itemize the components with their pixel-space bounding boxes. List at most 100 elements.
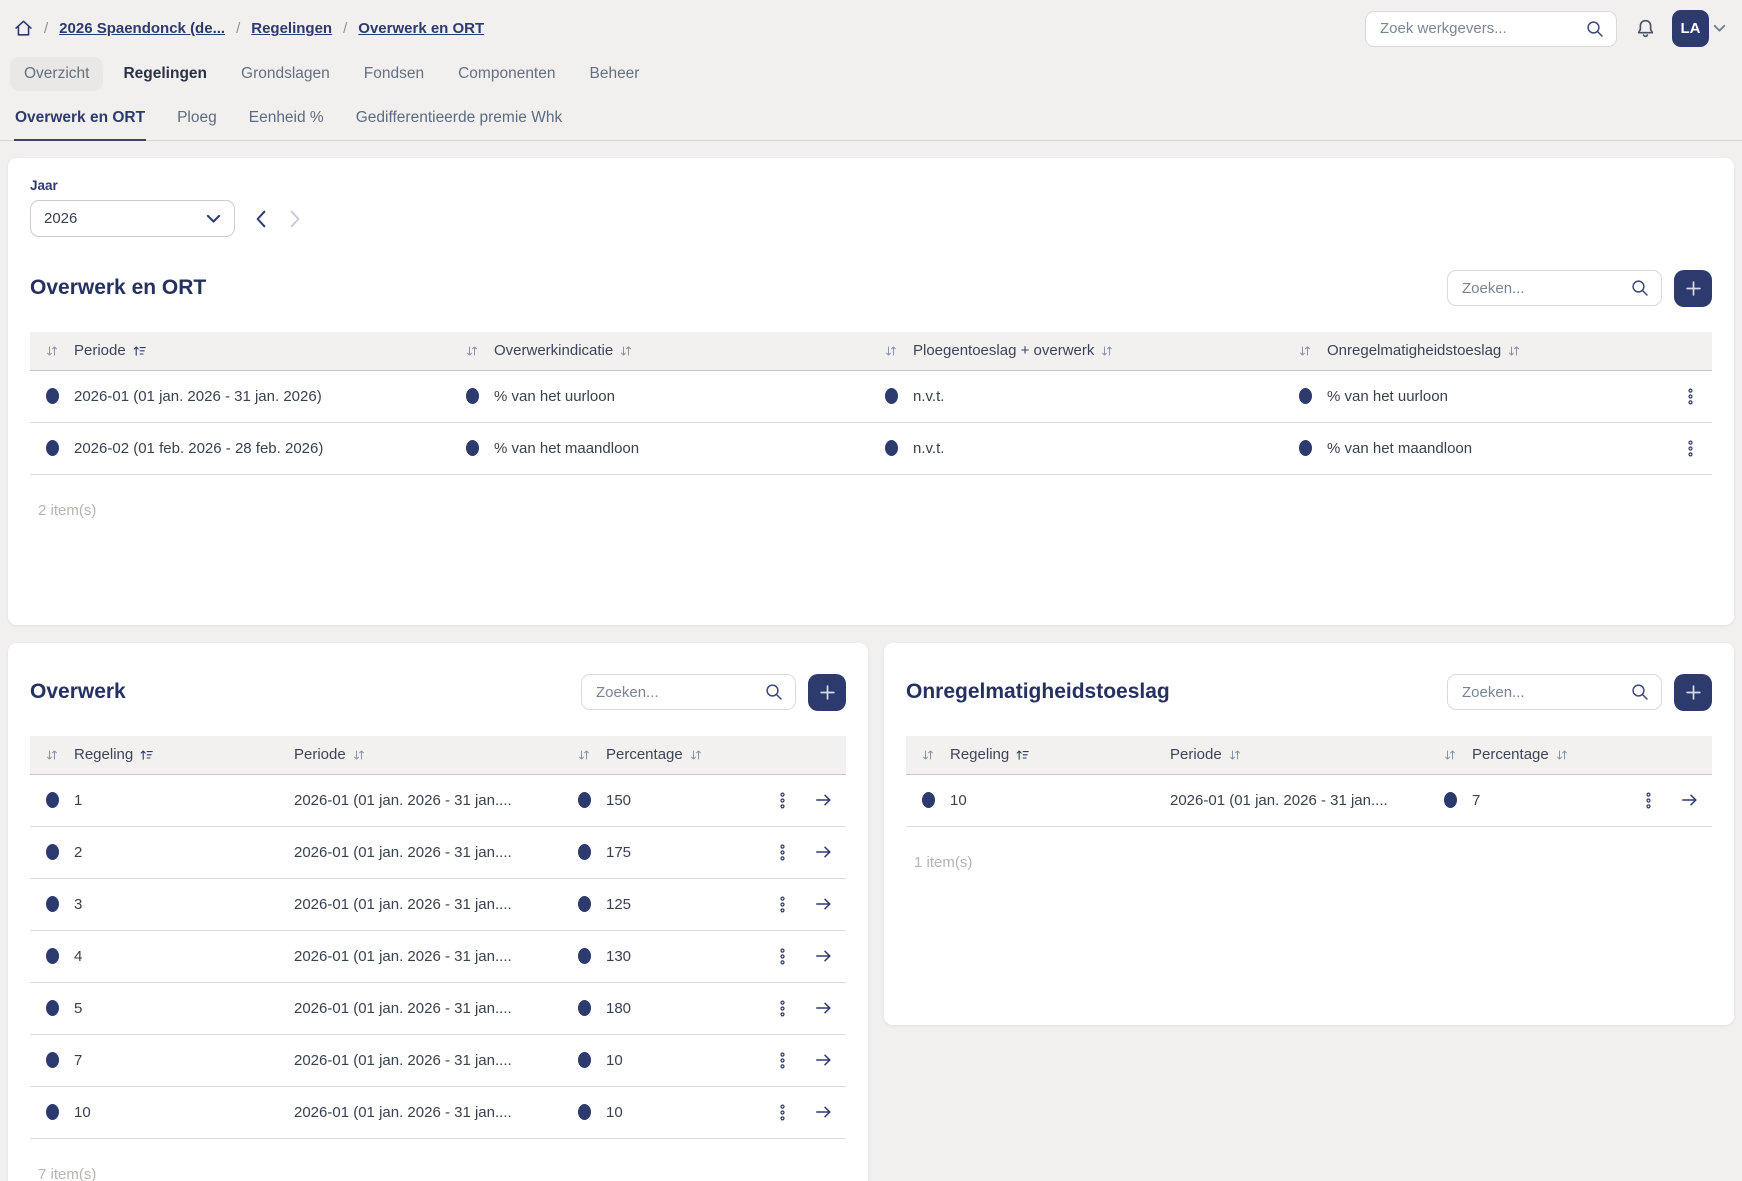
ort-search-input[interactable]: [1447, 674, 1662, 710]
row-menu-button[interactable]: [1687, 388, 1694, 405]
status-dot: [30, 1104, 74, 1120]
user-menu[interactable]: LA: [1672, 10, 1726, 47]
ort-table-count: 1 item(s): [914, 854, 1712, 871]
row-open-button[interactable]: [815, 793, 832, 807]
add-ort-button[interactable]: [1674, 674, 1712, 711]
row-open-button[interactable]: [815, 897, 832, 911]
search-icon[interactable]: [1631, 279, 1649, 297]
avatar[interactable]: LA: [1672, 10, 1709, 47]
main-table-search-input[interactable]: [1447, 270, 1662, 306]
row-open-button[interactable]: [815, 1105, 832, 1119]
home-icon[interactable]: [14, 19, 33, 38]
add-periode-button[interactable]: [1674, 270, 1712, 307]
row-menu-button[interactable]: [779, 1000, 786, 1017]
row-open-button[interactable]: [815, 1053, 832, 1067]
status-dot: [30, 388, 74, 404]
row-menu-button[interactable]: [1645, 792, 1652, 809]
row-menu-button[interactable]: [779, 792, 786, 809]
column-label: Regeling: [74, 746, 133, 763]
column-label: Onregelmatigheidstoeslag: [1327, 342, 1501, 359]
column-header-periode[interactable]: Periode: [1170, 746, 1428, 763]
sort-icon[interactable]: [450, 345, 494, 357]
search-icon[interactable]: [765, 683, 783, 701]
jaar-select[interactable]: 2026: [30, 200, 235, 237]
column-header-periode[interactable]: Periode: [294, 746, 562, 763]
row-menu-button[interactable]: [779, 1052, 786, 1069]
nav-item-beheer[interactable]: Beheer: [575, 57, 653, 91]
overwerk-search-input[interactable]: [581, 674, 796, 710]
column-header-onregelmatigheidstoeslag[interactable]: Onregelmatigheidstoeslag: [1327, 342, 1668, 359]
sort-icon: [1101, 345, 1113, 357]
nav-item-componenten[interactable]: Componenten: [444, 57, 569, 91]
search-icon[interactable]: [1586, 20, 1604, 38]
row-open-button[interactable]: [815, 845, 832, 859]
search-icon[interactable]: [1631, 683, 1649, 701]
cell-periode: 2026-01 (01 jan. 2026 - 31 jan....: [294, 792, 562, 809]
sort-icon[interactable]: [30, 749, 74, 761]
tab-overwerk-en-ort[interactable]: Overwerk en ORT: [14, 101, 146, 141]
cell-periode: 2026-01 (01 jan. 2026 - 31 jan. 2026): [74, 388, 450, 405]
cell-periode: 2026-01 (01 jan. 2026 - 31 jan....: [294, 1104, 562, 1121]
cell-periode: 2026-01 (01 jan. 2026 - 31 jan....: [294, 1000, 562, 1017]
nav-item-fondsen[interactable]: Fondsen: [350, 57, 438, 91]
column-header-overwerkindicatie[interactable]: Overwerkindicatie: [494, 342, 869, 359]
cell-regeling: 4: [74, 948, 294, 965]
table-row: 22026-01 (01 jan. 2026 - 31 jan....175: [30, 827, 846, 879]
previous-year-button[interactable]: [255, 210, 267, 228]
sort-icon[interactable]: [1428, 749, 1472, 761]
notifications-button[interactable]: [1635, 18, 1656, 39]
cell-percentage: 10: [606, 1104, 764, 1121]
chevron-down-icon: [206, 214, 221, 224]
overwerk-title: Overwerk: [30, 680, 126, 704]
employer-search-input[interactable]: [1365, 11, 1617, 47]
main-table-header: Periode Overwerkindicatie Ploegentoeslag…: [30, 332, 1712, 371]
breadcrumb: / 2026 Spaendonck (de... / Regelingen / …: [14, 19, 484, 38]
table-row: 102026-01 (01 jan. 2026 - 31 jan....7: [906, 775, 1712, 827]
cell-overwerkindicatie: % van het uurloon: [494, 388, 869, 405]
row-open-button[interactable]: [1681, 793, 1698, 807]
cell-periode: 2026-01 (01 jan. 2026 - 31 jan....: [294, 948, 562, 965]
status-dot: [30, 896, 74, 912]
sort-icon[interactable]: [869, 345, 913, 357]
row-open-button[interactable]: [815, 1001, 832, 1015]
column-header-percentage[interactable]: Percentage: [606, 746, 764, 763]
sort-ascending-icon: [133, 345, 146, 357]
sort-icon[interactable]: [562, 749, 606, 761]
row-menu-button[interactable]: [779, 948, 786, 965]
breadcrumb-current-link[interactable]: Overwerk en ORT: [358, 20, 484, 37]
tab-gedifferentieerde-premie-whk[interactable]: Gedifferentieerde premie Whk: [355, 101, 563, 141]
row-menu-button[interactable]: [779, 896, 786, 913]
breadcrumb-employer-link[interactable]: 2026 Spaendonck (de...: [59, 20, 225, 37]
nav-item-overzicht[interactable]: Overzicht: [10, 57, 103, 91]
row-open-button[interactable]: [815, 949, 832, 963]
tab-eenheid[interactable]: Eenheid %: [248, 101, 325, 141]
topbar-actions: LA: [1365, 10, 1726, 47]
overwerk-table-count: 7 item(s): [38, 1166, 846, 1181]
table-row: 32026-01 (01 jan. 2026 - 31 jan....125: [30, 879, 846, 931]
cell-regeling: 10: [74, 1104, 294, 1121]
sort-icon[interactable]: [30, 345, 74, 357]
column-header-regeling[interactable]: Regeling: [950, 746, 1170, 763]
row-menu-button[interactable]: [1687, 440, 1694, 457]
column-header-ploegentoeslag[interactable]: Ploegentoeslag + overwerk: [913, 342, 1283, 359]
sort-icon[interactable]: [1283, 345, 1327, 357]
row-menu-button[interactable]: [779, 844, 786, 861]
cell-periode: 2026-02 (01 feb. 2026 - 28 feb. 2026): [74, 440, 450, 457]
sort-icon[interactable]: [906, 749, 950, 761]
cell-percentage: 125: [606, 896, 764, 913]
tab-ploeg[interactable]: Ploeg: [176, 101, 218, 141]
breadcrumb-separator: /: [236, 20, 240, 37]
column-header-periode[interactable]: Periode: [74, 342, 450, 359]
status-dot: [30, 792, 74, 808]
sort-icon: [620, 345, 632, 357]
nav-item-regelingen[interactable]: Regelingen: [109, 57, 221, 91]
cell-percentage: 180: [606, 1000, 764, 1017]
nav-item-grondslagen[interactable]: Grondslagen: [227, 57, 344, 91]
row-menu-button[interactable]: [779, 1104, 786, 1121]
column-header-percentage[interactable]: Percentage: [1472, 746, 1630, 763]
status-dot: [450, 440, 494, 456]
column-header-regeling[interactable]: Regeling: [74, 746, 294, 763]
year-pager: [255, 210, 301, 228]
breadcrumb-regelingen-link[interactable]: Regelingen: [251, 20, 332, 37]
add-overwerk-button[interactable]: [808, 674, 846, 711]
